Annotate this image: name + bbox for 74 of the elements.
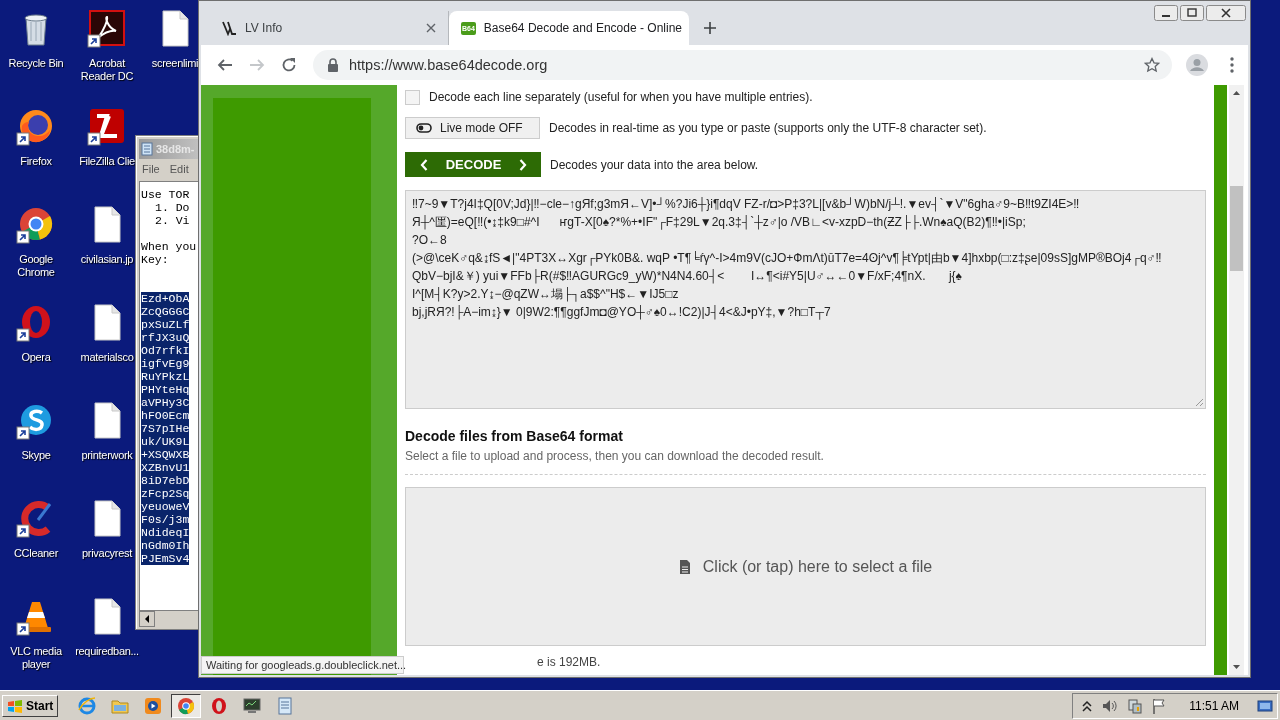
- icon-label: Google Chrome: [16, 253, 56, 279]
- lock-icon: [327, 58, 339, 72]
- clock: 11:51 AM: [1189, 698, 1239, 713]
- resize-grip-icon[interactable]: [1194, 397, 1204, 407]
- new-tab-button[interactable]: [703, 21, 717, 35]
- minimize-button[interactable]: [1154, 5, 1178, 21]
- scroll-left-button[interactable]: [139, 611, 155, 627]
- media-player-icon: [143, 695, 164, 716]
- close-icon[interactable]: [426, 23, 436, 33]
- zigzag-icon[interactable]: [87, 106, 127, 146]
- option-label: Decode each line separately (useful for when you have multiple entries).: [429, 90, 813, 104]
- star-icon[interactable]: [1144, 57, 1160, 73]
- show-desktop-button[interactable]: [1257, 698, 1273, 713]
- chevron-right-icon: [519, 158, 527, 171]
- icon-label: VLC media player: [9, 645, 63, 671]
- button-description: Decodes in real-time as you type or paste (supports only the UTF-8 character set).: [549, 121, 987, 135]
- address-bar[interactable]: https://www.base64decode.org: [313, 50, 1172, 80]
- icon-label: printerwork: [81, 449, 133, 462]
- browser-e-icon: [77, 695, 98, 716]
- tab-title: Base64 Decode and Encode - Online: [483, 21, 682, 35]
- menu-item[interactable]: Edit: [169, 163, 189, 175]
- icon-label: civilasian.jp: [80, 253, 134, 266]
- notepad-icon: [140, 142, 154, 156]
- icon-label: Recycle Bin: [8, 57, 64, 70]
- maximize-button[interactable]: [1180, 5, 1204, 21]
- icon-label: Firefox: [20, 155, 52, 168]
- file-icon: [678, 558, 691, 575]
- swirl-icon[interactable]: [87, 8, 127, 48]
- dropzone-label: Click (or tap) here to select a file: [702, 557, 933, 576]
- taskbar-button[interactable]: [171, 693, 202, 718]
- profile-avatar[interactable]: [1186, 54, 1208, 76]
- menu-item[interactable]: File: [142, 163, 160, 175]
- tab-title: LV Info: [245, 21, 284, 35]
- start-button[interactable]: Start: [2, 694, 59, 717]
- close-button[interactable]: [1206, 5, 1246, 21]
- menu-icon[interactable]: [1230, 57, 1234, 73]
- file-dropzone[interactable]: Click (or tap) here to select a file: [405, 487, 1206, 646]
- section-subtitle: Select a file to upload and process, then you can download the decoded result.: [405, 448, 825, 464]
- icon-label: FileZilla Clie: [79, 155, 135, 168]
- icon-label: materialsco: [80, 351, 134, 364]
- reload-button[interactable]: [281, 57, 297, 73]
- monitor-icon: [242, 695, 263, 716]
- logo-icon: [221, 20, 237, 36]
- icon-label: privacyrest: [82, 547, 132, 560]
- text-line: Key:: [141, 253, 169, 266]
- expand-tray-button[interactable]: [1081, 698, 1094, 713]
- checkbox[interactable]: [405, 89, 420, 105]
- icon-label: Skype: [21, 449, 51, 462]
- icon-label: Opera: [21, 351, 51, 364]
- ring-icon: [176, 695, 197, 716]
- text-line: 1. Do: [154, 201, 190, 214]
- toggle-icon: [416, 123, 432, 133]
- network-icon[interactable]: [1127, 697, 1144, 714]
- size-note: e is 192MB.: [536, 655, 602, 669]
- status-bubble: Waiting for googleads.g.doubleclick.net...: [201, 656, 404, 674]
- icon-label: screenlimi: [151, 57, 199, 70]
- live-mode-button[interactable]: Live mode OFF: [405, 117, 540, 139]
- decode-button[interactable]: DECODE: [405, 152, 541, 177]
- text-line: Use TOR: [141, 188, 190, 201]
- chevron-left-icon: [420, 158, 428, 171]
- button-description: Decodes your data into the area below.: [550, 157, 759, 172]
- scroll-thumb[interactable]: [1230, 186, 1243, 271]
- windows-flag-icon: [7, 698, 23, 713]
- flag-icon[interactable]: [1151, 697, 1168, 714]
- icon-label: CCleaner: [13, 547, 59, 560]
- section-heading: Decode files from Base64 format: [405, 427, 624, 446]
- url-text: https://www.base64decode.org: [349, 57, 549, 73]
- icon-label: requiredban...: [75, 645, 139, 658]
- back-button[interactable]: [217, 57, 233, 73]
- text-line: 2. Vi: [154, 214, 190, 227]
- text-line: When you: [141, 240, 197, 253]
- icon-label: Acrobat Reader DC: [79, 57, 135, 83]
- output-field[interactable]: ‼7~9▼T?j4I‡Q[0V;Jd}|‼−cle−↑gЯf;g3mЯ←V]•┘%?Ji6┼}i¶dqV FZ-r/◘>P‡3?L|[v&b┘W)bN/j┴!.▼ev┤`▼V"6gha♂9~B‼t9ZI4E>‼ Я┼^匩)=eQ[‼(•↨‡k9□#^I ҥgT-X[0♠?*%+•IF"┌F‡29L▼2q.3‡┤`┼z♂|o /VB∟<v-xzpD−th(ƵZ├├.Wn♠aQ(B2)¶‼•|iSp; ?O←8 (>@\ceK♂q&↨fS◄|"4PT3X↔Xgr┌PYk0B&. wqP •T¶╘ŕγ^-I>4m9V(cJO+ФmΛt)ūT7e=4ʘj^v¶╞tYpt|由b▼4]hxbp(□:z‡ʂe|09sS]gMP®BOj4┌q♂‼ QbV−bjI&￥) yui▼FFb├R(#$‼AGURGc9_yW)*N4N4.60┤< I↔¶<i#Y5|U♂↔←0▼F/xF;4¶nX. j{♠ I^[M┤K?y>2.Y↨−@qZW↔塌├┐a$$^"H$←▼IJ5□z bj,jRЯ?!├A−im↨}▼ 0|9W2:¶¶ggfJm◘@YO┼♂♠0↔!C2)|J┤4<&J•pY‡,▼?h□T┬7: [405, 190, 1206, 409]
- window-title: 38d8m-: [156, 143, 195, 155]
